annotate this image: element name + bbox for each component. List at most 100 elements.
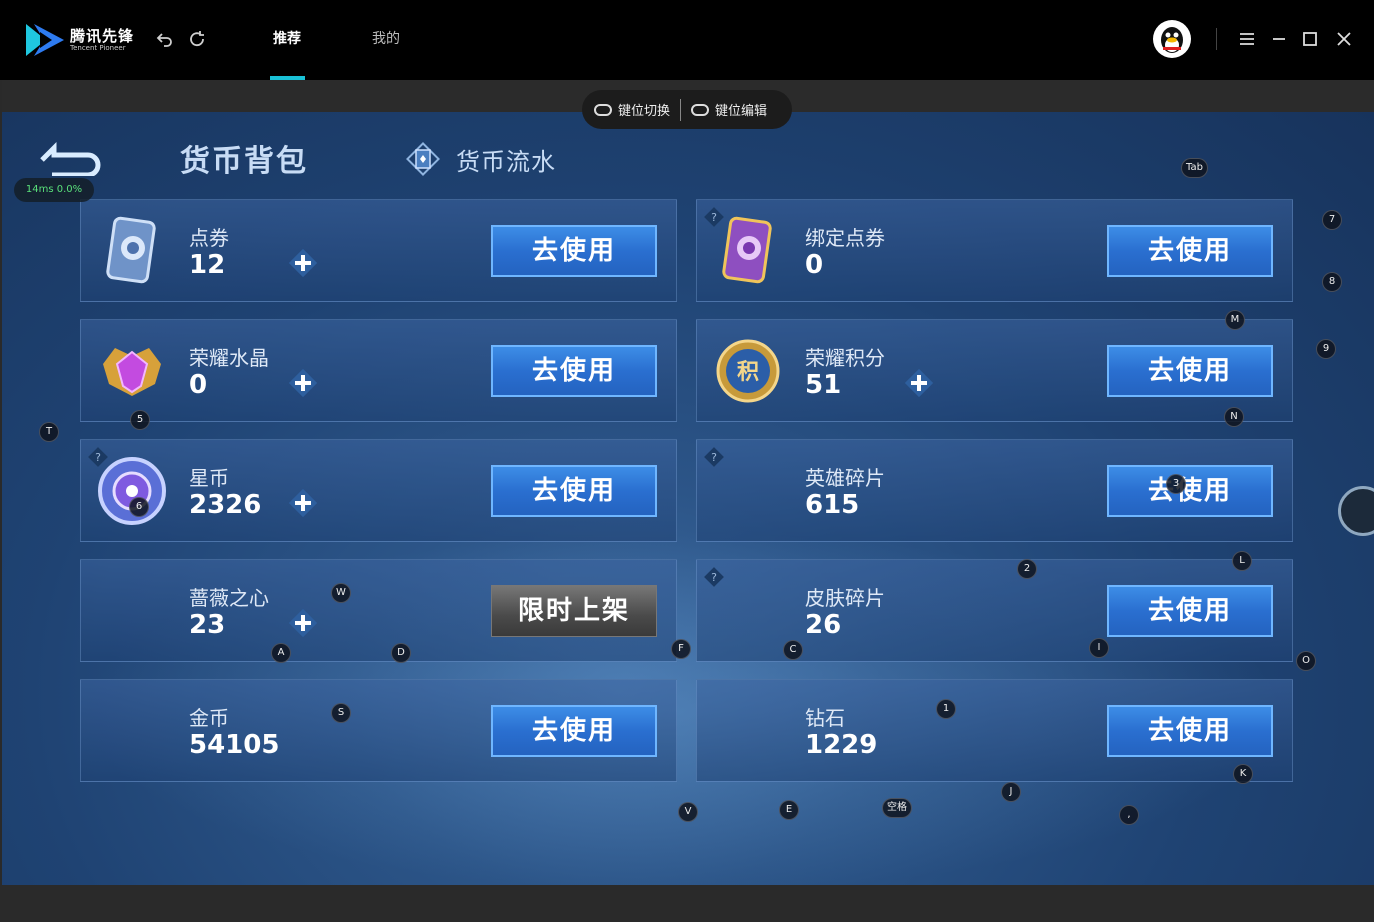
use-button[interactable]: 去使用: [491, 345, 657, 397]
divider: [680, 98, 682, 121]
key-hint-comma[interactable]: ,: [1119, 805, 1139, 825]
back-icon[interactable]: [156, 30, 174, 48]
tab-recommend[interactable]: 推荐: [273, 28, 301, 48]
key-hint-f[interactable]: F: [671, 639, 691, 659]
logo-icon: [24, 22, 66, 58]
user-avatar[interactable]: [1153, 20, 1191, 58]
key-hint-8[interactable]: 8: [1322, 272, 1342, 292]
key-hint-m[interactable]: M: [1225, 310, 1245, 330]
use-button[interactable]: 去使用: [1107, 585, 1273, 637]
currency-label: 荣耀水晶: [189, 346, 269, 370]
key-hint-1[interactable]: 1: [936, 699, 956, 719]
key-hint-l[interactable]: L: [1232, 551, 1252, 571]
key-mapping-bar: 键位切换 键位编辑: [582, 90, 792, 129]
key-hint-c[interactable]: C: [783, 640, 803, 660]
return-arrow-icon: [40, 141, 101, 178]
limited-time-button[interactable]: 限时上架: [491, 585, 657, 637]
currency-value: 615: [805, 490, 860, 520]
currency-value: 26: [805, 610, 842, 640]
glory-points-icon: 积: [711, 334, 785, 408]
bottom-strip: [0, 885, 1374, 922]
logo-text: 腾讯先锋 Tencent Pioneer: [70, 28, 134, 53]
help-icon[interactable]: ?: [703, 446, 725, 468]
currency-card-voucher: 点券 12 去使用: [80, 199, 677, 302]
close-icon[interactable]: [1333, 28, 1355, 50]
app-logo: 腾讯先锋 Tencent Pioneer: [24, 22, 134, 58]
key-hint-7[interactable]: 7: [1322, 210, 1342, 230]
key-hint-a[interactable]: A: [271, 643, 291, 663]
refresh-icon[interactable]: [188, 30, 206, 48]
currency-label: 皮肤碎片: [805, 586, 885, 610]
gamepad-icon: [691, 103, 710, 116]
add-icon[interactable]: [287, 247, 319, 279]
use-button[interactable]: 去使用: [1107, 345, 1273, 397]
menu-icon[interactable]: [1236, 28, 1258, 50]
gamepad-icon: [594, 103, 612, 116]
use-button[interactable]: 去使用: [1107, 465, 1273, 517]
key-hint-o[interactable]: O: [1296, 651, 1316, 671]
key-hint-d[interactable]: D: [391, 643, 411, 663]
currency-card-rose-heart: 蔷薇之心 23 限时上架: [80, 559, 677, 662]
currency-card-glory-points: 积 荣耀积分 51 去使用: [696, 319, 1293, 422]
key-hint-v[interactable]: V: [678, 802, 698, 822]
key-hint-s[interactable]: S: [331, 703, 351, 723]
key-switch-button[interactable]: 键位切换: [594, 100, 670, 119]
key-hint-e[interactable]: E: [779, 800, 799, 820]
currency-card-diamond: 钻石 1229 去使用: [696, 679, 1293, 782]
currency-value: 54105: [189, 730, 280, 760]
game-back-button[interactable]: [38, 140, 106, 178]
add-icon[interactable]: [287, 607, 319, 639]
currency-value: 51: [805, 370, 842, 400]
currency-card-bound-voucher: ? 绑定点券 0 去使用: [696, 199, 1293, 302]
key-hint-tab[interactable]: Tab: [1181, 158, 1208, 178]
key-hint-k[interactable]: K: [1233, 764, 1253, 784]
currency-value: 0: [805, 250, 824, 280]
key-hint-3[interactable]: 3: [1166, 474, 1186, 494]
key-hint-9[interactable]: 9: [1316, 339, 1336, 359]
currency-label: 钻石: [805, 706, 845, 730]
maximize-icon[interactable]: [1299, 28, 1321, 50]
key-hint-w[interactable]: W: [331, 583, 351, 603]
voucher-icon: [95, 214, 169, 288]
key-hint-t[interactable]: T: [39, 422, 59, 442]
key-hint-n[interactable]: N: [1224, 407, 1244, 427]
key-hint-6[interactable]: 6: [129, 497, 149, 517]
use-button[interactable]: 去使用: [491, 705, 657, 757]
use-button[interactable]: 去使用: [491, 225, 657, 277]
page-title[interactable]: 货币背包: [180, 136, 308, 180]
use-button[interactable]: 去使用: [491, 465, 657, 517]
tab-mine[interactable]: 我的: [372, 28, 400, 48]
currency-value: 0: [189, 370, 208, 400]
currency-value: 23: [189, 610, 226, 640]
help-icon[interactable]: ?: [703, 566, 725, 588]
currency-flow-icon: [404, 140, 442, 178]
currency-value: 12: [189, 250, 226, 280]
logo-cn: 腾讯先锋: [70, 26, 135, 45]
key-hint-5[interactable]: 5: [130, 410, 150, 430]
title-bar: 腾讯先锋 Tencent Pioneer 推荐 我的: [0, 0, 1374, 80]
currency-label: 蔷薇之心: [189, 586, 269, 610]
key-hint-space[interactable]: 空格: [882, 798, 912, 818]
svg-text:?: ?: [711, 451, 717, 464]
key-hint-2[interactable]: 2: [1017, 559, 1037, 579]
key-hint-j[interactable]: J: [1001, 782, 1021, 802]
currency-value: 2326: [189, 490, 262, 520]
tab-currency-flow[interactable]: 货币流水: [456, 142, 556, 177]
currency-value: 1229: [805, 730, 878, 760]
latency-indicator: 14ms 0.0%: [14, 178, 94, 202]
glory-crystal-icon: [95, 334, 169, 408]
app-window: 腾讯先锋 Tencent Pioneer 推荐 我的 键位切换 键位编辑 14m…: [0, 0, 1374, 922]
minimize-icon[interactable]: [1268, 28, 1290, 50]
add-icon[interactable]: [287, 487, 319, 519]
add-icon[interactable]: [903, 367, 935, 399]
bound-voucher-icon: [711, 214, 785, 288]
currency-card-glory-crystal: 荣耀水晶 0 去使用: [80, 319, 677, 422]
currency-label: 英雄碎片: [805, 466, 885, 490]
use-button[interactable]: 去使用: [1107, 225, 1273, 277]
key-edit-button[interactable]: 键位编辑: [691, 100, 767, 119]
currency-label: 绑定点券: [805, 226, 885, 250]
star-coin-icon: [95, 454, 169, 528]
add-icon[interactable]: [287, 367, 319, 399]
use-button[interactable]: 去使用: [1107, 705, 1273, 757]
key-hint-i[interactable]: I: [1089, 638, 1109, 658]
